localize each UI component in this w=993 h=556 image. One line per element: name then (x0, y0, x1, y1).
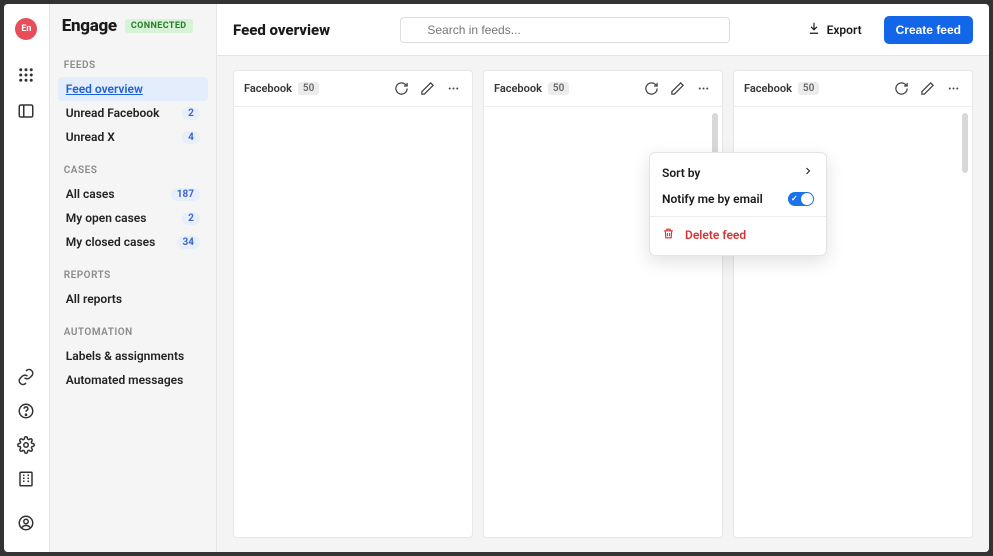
nav-labels-assignments[interactable]: Labels & assignments (58, 344, 208, 368)
menu-label: Notify me by email (662, 192, 763, 206)
column-title: Facebook (494, 82, 542, 95)
export-label: Export (827, 23, 862, 37)
nav-label: Feed overview (66, 82, 143, 96)
toggle-switch[interactable]: ✓ (788, 192, 814, 206)
column-title: Facebook (744, 82, 792, 95)
nav-feed-overview[interactable]: Feed overview (58, 77, 208, 101)
nav-label: My open cases (66, 211, 147, 225)
feed-column: Facebook 50 (483, 70, 723, 538)
column-count: 50 (298, 82, 319, 95)
nav-unread-x[interactable]: Unread X 4 (58, 125, 208, 149)
edit-icon[interactable] (418, 80, 436, 98)
help-icon[interactable] (11, 396, 41, 426)
nav-all-reports[interactable]: All reports (58, 287, 208, 311)
nav-label: All cases (66, 187, 115, 201)
feed-column: Facebook 50 (233, 70, 473, 538)
nav-badge: 187 (171, 188, 200, 201)
nav-badge: 2 (182, 212, 200, 225)
group-automation: AUTOMATION (58, 321, 208, 344)
column-menu: Sort by Notify me by email ✓ Delete feed (649, 152, 827, 256)
column-title: Facebook (244, 82, 292, 95)
nav-all-cases[interactable]: All cases 187 (58, 182, 208, 206)
brand-name: Engage (62, 16, 117, 36)
export-button[interactable]: Export (801, 17, 868, 42)
column-count: 50 (548, 82, 569, 95)
account-icon[interactable] (11, 508, 41, 538)
refresh-icon[interactable] (892, 80, 910, 98)
feed-column: Facebook 50 (733, 70, 973, 538)
nav-unread-facebook[interactable]: Unread Facebook 2 (58, 101, 208, 125)
app-logo[interactable]: En (15, 18, 37, 40)
refresh-icon[interactable] (642, 80, 660, 98)
more-icon[interactable] (694, 80, 712, 98)
menu-label: Delete feed (685, 228, 746, 242)
group-cases: CASES (58, 159, 208, 182)
trash-icon (662, 227, 675, 243)
nav-my-open-cases[interactable]: My open cases 2 (58, 206, 208, 230)
page-title: Feed overview (233, 21, 330, 39)
more-icon[interactable] (444, 80, 462, 98)
group-reports: REPORTS (58, 264, 208, 287)
nav-label: All reports (66, 292, 122, 306)
link-icon[interactable] (11, 362, 41, 392)
menu-sort-by[interactable]: Sort by (650, 159, 826, 186)
nav-badge: 2 (182, 107, 200, 120)
nav-label: Automated messages (66, 373, 184, 387)
nav-label: Labels & assignments (66, 349, 184, 363)
column-count: 50 (798, 82, 819, 95)
nav-badge: 4 (182, 131, 200, 144)
group-feeds: FEEDS (58, 54, 208, 77)
search-input[interactable] (400, 17, 730, 43)
more-icon[interactable] (944, 80, 962, 98)
building-icon[interactable] (11, 464, 41, 494)
edit-icon[interactable] (918, 80, 936, 98)
connection-status: CONNECTED (125, 19, 193, 33)
scrollbar[interactable] (962, 113, 968, 173)
panel-icon[interactable] (11, 96, 41, 126)
create-feed-button[interactable]: Create feed (884, 16, 973, 44)
menu-notify-email[interactable]: Notify me by email ✓ (650, 186, 826, 212)
edit-icon[interactable] (668, 80, 686, 98)
download-icon (807, 21, 821, 38)
nav-label: My closed cases (66, 235, 155, 249)
nav-my-closed-cases[interactable]: My closed cases 34 (58, 230, 208, 254)
nav-label: Unread X (66, 130, 115, 144)
settings-icon[interactable] (11, 430, 41, 460)
nav-automated-messages[interactable]: Automated messages (58, 368, 208, 392)
chevron-right-icon (802, 165, 814, 180)
nav-badge: 34 (177, 236, 200, 249)
nav-label: Unread Facebook (66, 106, 160, 120)
menu-label: Sort by (662, 166, 700, 180)
divider (650, 216, 826, 217)
refresh-icon[interactable] (392, 80, 410, 98)
apps-icon[interactable] (11, 60, 41, 90)
menu-delete-feed[interactable]: Delete feed (650, 221, 826, 249)
